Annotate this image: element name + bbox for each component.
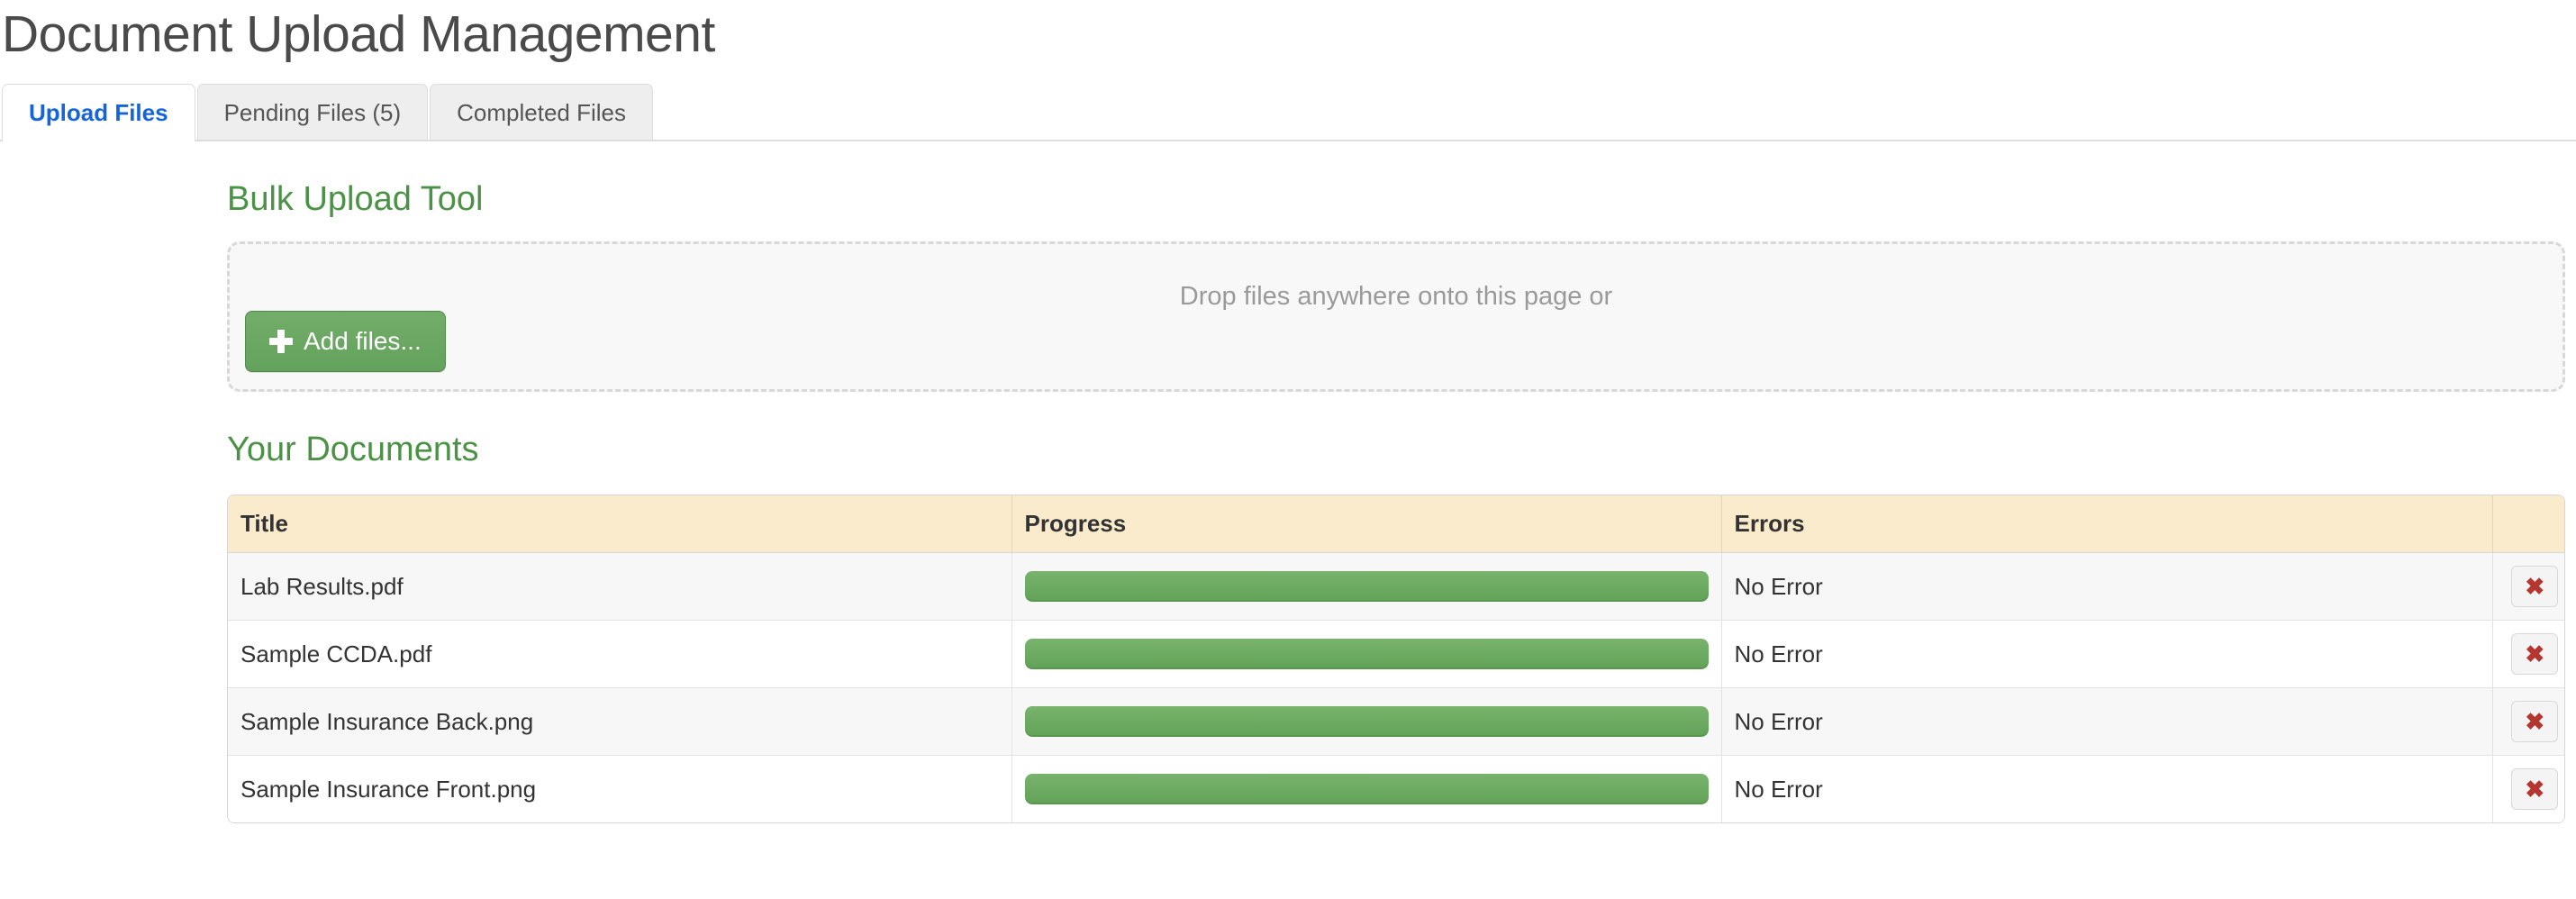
file-actions-cell: ✖ xyxy=(2492,755,2564,823)
table-row: Sample Insurance Back.png No Error ✖ xyxy=(228,687,2564,757)
bulk-upload-heading: Bulk Upload Tool xyxy=(227,180,484,218)
delete-file-button[interactable]: ✖ xyxy=(2511,633,2559,676)
add-files-button-label: Add files... xyxy=(304,326,422,355)
file-title-cell: Lab Results.pdf xyxy=(228,552,1012,622)
add-files-button[interactable]: Add files... xyxy=(245,310,446,372)
progress-bar xyxy=(1024,774,1709,805)
tab-completed-files-label: Completed Files xyxy=(457,99,626,126)
column-header-actions xyxy=(2492,495,2564,554)
progress-bar xyxy=(1024,571,1709,603)
progress-bar xyxy=(1024,706,1709,738)
delete-file-button[interactable]: ✖ xyxy=(2511,566,2559,608)
page-title: Document Upload Management xyxy=(2,5,715,63)
tab-pending-files-label: Pending Files (5) xyxy=(223,99,402,126)
progress-track xyxy=(1024,774,1709,805)
documents-table-container: Title Progress Errors Lab Results.pdf No… xyxy=(227,494,2565,824)
file-error-cell: No Error xyxy=(1721,755,2493,823)
file-title-cell: Sample CCDA.pdf xyxy=(228,620,1012,689)
table-row: Sample Insurance Front.png No Error ✖ xyxy=(228,755,2564,823)
table-row: Sample CCDA.pdf No Error ✖ xyxy=(228,620,2564,689)
file-actions-cell: ✖ xyxy=(2492,620,2564,689)
close-icon: ✖ xyxy=(2525,708,2545,736)
your-documents-heading: Your Documents xyxy=(227,430,479,468)
file-progress-cell xyxy=(1011,755,1722,823)
file-progress-cell xyxy=(1011,620,1722,689)
file-progress-cell xyxy=(1011,552,1722,622)
column-header-errors: Errors xyxy=(1721,495,2493,554)
file-title-cell: Sample Insurance Back.png xyxy=(228,687,1012,757)
file-actions-cell: ✖ xyxy=(2492,687,2564,757)
documents-table: Title Progress Errors Lab Results.pdf No… xyxy=(228,495,2564,823)
tab-completed-files[interactable]: Completed Files xyxy=(430,84,653,140)
file-error-cell: No Error xyxy=(1721,552,2493,622)
file-progress-cell xyxy=(1011,687,1722,757)
file-title-cell: Sample Insurance Front.png xyxy=(228,755,1012,823)
close-icon: ✖ xyxy=(2525,640,2545,668)
tab-upload-files-label: Upload Files xyxy=(29,99,168,126)
table-row: Lab Results.pdf No Error ✖ xyxy=(228,552,2564,622)
plus-icon xyxy=(269,329,293,353)
column-header-title: Title xyxy=(228,495,1012,554)
main-content: Bulk Upload Tool Drop files anywhere ont… xyxy=(0,141,2576,824)
file-error-cell: No Error xyxy=(1721,620,2493,689)
delete-file-button[interactable]: ✖ xyxy=(2511,701,2559,743)
progress-track xyxy=(1024,639,1709,670)
table-header-row: Title Progress Errors xyxy=(228,495,2564,554)
file-actions-cell: ✖ xyxy=(2492,552,2564,622)
progress-bar xyxy=(1024,639,1709,670)
tab-upload-files[interactable]: Upload Files xyxy=(2,84,195,141)
tab-pending-files[interactable]: Pending Files (5) xyxy=(196,84,429,140)
file-dropzone[interactable]: Drop files anywhere onto this page or Ad… xyxy=(227,241,2565,392)
documents-table-body: Lab Results.pdf No Error ✖ Sample CCDA.p… xyxy=(228,552,2564,823)
tab-bar: Upload Files Pending Files (5) Completed… xyxy=(0,84,2576,141)
close-icon: ✖ xyxy=(2525,776,2545,804)
dropzone-hint-text: Drop files anywhere onto this page or xyxy=(1179,281,1613,311)
progress-track xyxy=(1024,706,1709,738)
delete-file-button[interactable]: ✖ xyxy=(2511,768,2559,811)
close-icon: ✖ xyxy=(2525,573,2545,601)
file-error-cell: No Error xyxy=(1721,687,2493,757)
progress-track xyxy=(1024,571,1709,603)
column-header-progress: Progress xyxy=(1011,495,1722,554)
